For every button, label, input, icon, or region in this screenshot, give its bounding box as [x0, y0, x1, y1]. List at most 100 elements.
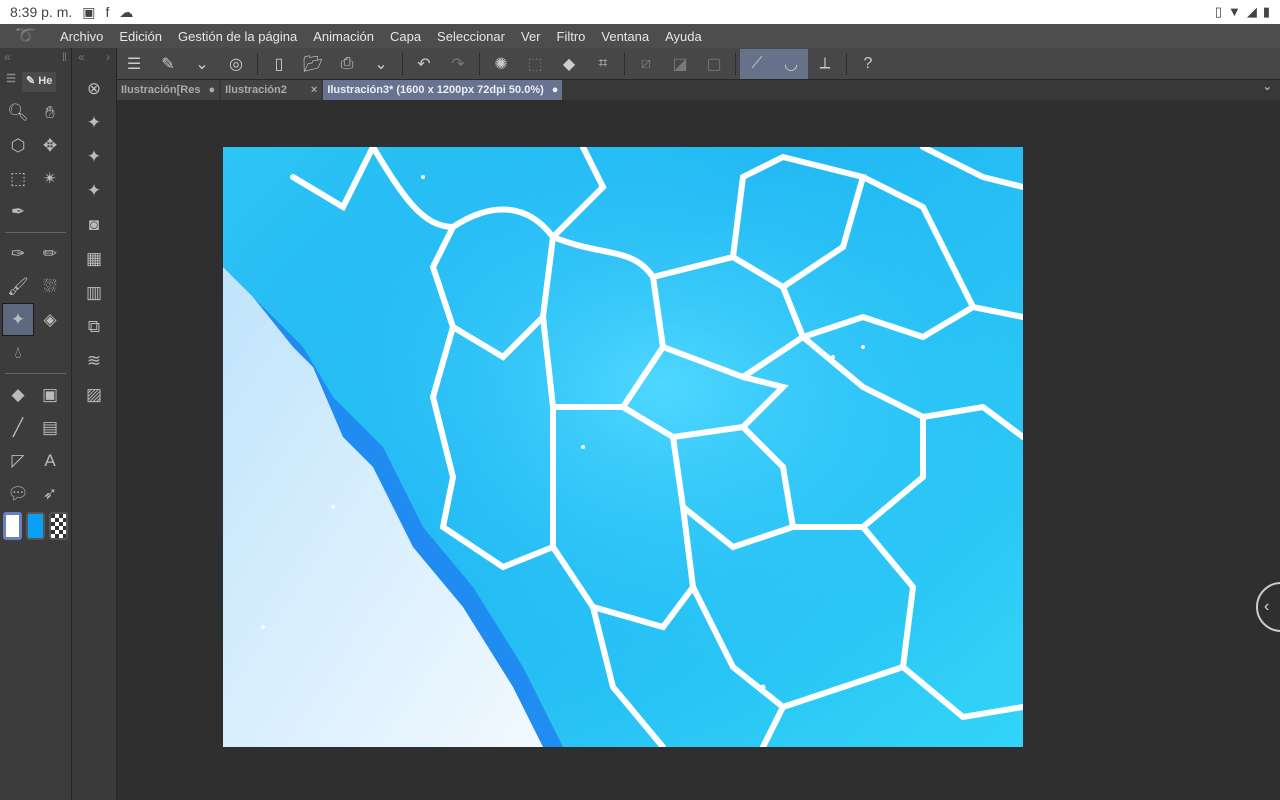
app-logo-icon[interactable]: ➰: [0, 26, 52, 46]
help-icon[interactable]: ?: [851, 49, 885, 79]
vibrate-icon: ▯: [1214, 4, 1222, 19]
tool-property-icon[interactable]: ✦: [72, 140, 116, 174]
balloon-tool-icon[interactable]: 💬︎: [2, 477, 34, 510]
invert-selection-icon[interactable]: ◪: [663, 49, 697, 79]
new-file-icon[interactable]: ▯: [262, 49, 296, 79]
decoration-tool-icon[interactable]: ✦: [2, 303, 34, 336]
chevron-down-icon[interactable]: ⌄: [185, 49, 219, 79]
loading-icon[interactable]: ✺: [484, 49, 518, 79]
snap-ruler-icon[interactable]: ⟋: [740, 48, 774, 79]
menu-bar: ➰ Archivo Edición Gestión de la página A…: [0, 24, 1280, 48]
unsaved-dot: ●: [551, 84, 559, 96]
fill-icon[interactable]: ◆: [552, 49, 586, 79]
magic-wand-icon[interactable]: ✴: [34, 162, 66, 195]
wifi-icon: ▼: [1227, 4, 1241, 19]
panel-toggle-handle[interactable]: ‹: [1256, 582, 1280, 632]
tab-label: Ilustración3* (1600 x 1200px 72dpi 50.0%…: [327, 84, 544, 96]
facebook-icon: f: [105, 4, 110, 20]
layer-property-icon[interactable]: ⧉: [72, 310, 116, 344]
tab-ilustracion1[interactable]: Ilustración[Res ●: [117, 80, 220, 100]
transform-icon[interactable]: ⌗: [586, 49, 620, 79]
unsaved-dot: ●: [208, 84, 216, 96]
open-folder-icon[interactable]: 📂︎: [296, 49, 330, 79]
timeline-icon[interactable]: ▥: [72, 276, 116, 310]
menu-animacion[interactable]: Animación: [305, 29, 382, 44]
menu-seleccionar[interactable]: Seleccionar: [429, 29, 513, 44]
panel-tab-label: He: [38, 75, 53, 87]
color-set-icon[interactable]: ▦: [72, 242, 116, 276]
save-icon[interactable]: ⎙: [330, 49, 364, 79]
menu-ver[interactable]: Ver: [513, 29, 549, 44]
menu-archivo[interactable]: Archivo: [52, 29, 111, 44]
pencil-tool-icon[interactable]: ✏: [34, 237, 66, 270]
battery-icon: ▮: [1262, 4, 1270, 19]
clock: 8:39 p. m.: [10, 4, 73, 20]
selection-tool-icon[interactable]: ⬚: [2, 162, 34, 195]
drag-handle-icon[interactable]: ‖: [62, 50, 67, 70]
cloud-icon: ☁: [119, 3, 134, 20]
undo-icon[interactable]: ↶: [407, 49, 441, 79]
deselect-icon[interactable]: ⧄: [629, 49, 663, 79]
menu-ayuda[interactable]: Ayuda: [657, 29, 710, 44]
tabs-dropdown-icon[interactable]: ⌄: [1263, 80, 1280, 100]
tab-label: Ilustración2: [225, 84, 287, 96]
document-tabs: Ilustración[Res ● Ilustración2 × Ilustraci…: [117, 80, 1280, 100]
menu-gestion-pagina[interactable]: Gestión de la página: [170, 29, 305, 44]
figure-tool-icon[interactable]: ╱: [2, 411, 34, 444]
brush-tool-icon[interactable]: 🖌︎: [2, 270, 34, 303]
color-circle-icon[interactable]: ◙: [72, 208, 116, 242]
menu-ventana[interactable]: Ventana: [593, 29, 657, 44]
zoom-tool-icon[interactable]: 🔍︎: [2, 96, 34, 129]
tab-ilustracion2[interactable]: Ilustración2 ×: [221, 80, 322, 100]
signal-icon: ◢: [1246, 4, 1257, 19]
command-bar: ☰ ✎ ⌄ ◎ ▯ 📂︎ ⎙ ⌄ ↶ ↷ ✺ ⬚ ◆ ⌗ ⧄ ◪ ▢ ⟋ ◡ ⟂…: [117, 48, 1280, 80]
tab-label: Ilustración[Res: [121, 84, 201, 96]
correct-line-tool-icon[interactable]: ➶: [34, 477, 66, 510]
tab-ilustracion3[interactable]: Ilustración3* (1600 x 1200px 72dpi 50.0%…: [323, 80, 563, 100]
close-icon[interactable]: ×: [311, 84, 317, 96]
eraser-tool-icon[interactable]: ◈: [34, 303, 66, 336]
move-tool-icon[interactable]: ✥: [34, 129, 66, 162]
fill-tool-icon[interactable]: ◆: [2, 378, 34, 411]
transparent-color-swatch[interactable]: [49, 512, 68, 540]
menu-icon[interactable]: ☰: [117, 49, 151, 79]
ruler-tool-icon[interactable]: ◸: [2, 444, 34, 477]
brush-size-icon[interactable]: ✦: [72, 174, 116, 208]
clip-studio-icon[interactable]: ◎: [219, 49, 253, 79]
material-icon[interactable]: ▨: [72, 378, 116, 412]
clear-selection-icon[interactable]: ⬚: [518, 49, 552, 79]
drawing-canvas[interactable]: [223, 147, 1023, 747]
pen-tool-icon[interactable]: ✑: [2, 237, 34, 270]
object-tool-icon[interactable]: ⬡: [2, 129, 34, 162]
edit-icon[interactable]: ✎: [151, 49, 185, 79]
menu-edicion[interactable]: Edición: [111, 29, 170, 44]
main-color-swatch[interactable]: [3, 512, 23, 540]
sub-tool-list-icon[interactable]: ✦: [72, 106, 116, 140]
panel-tab-herramientas[interactable]: ✎ He: [22, 72, 57, 92]
eyedropper-icon[interactable]: ✒: [2, 195, 34, 228]
collapse-left-icon[interactable]: «: [4, 50, 11, 70]
sub-tool-detail-icon[interactable]: ⊗: [72, 72, 116, 106]
expand-icon[interactable]: ›: [106, 50, 110, 70]
hand-tool-icon[interactable]: ✋︎: [34, 96, 66, 129]
snap-special-ruler-icon[interactable]: ◡: [774, 48, 808, 79]
redo-icon[interactable]: ↷: [441, 49, 475, 79]
frame-tool-icon[interactable]: ▤: [34, 411, 66, 444]
tool-panel: « ‖ ☰ ✎ He 🔍︎ ✋︎ ⬡ ✥ ⬚ ✴ ✒ ✑ ✏ 🖌︎ ⛆ ✦ ◈ 💧…: [0, 48, 72, 800]
gallery-icon: ▣: [82, 3, 96, 20]
layers-icon[interactable]: ≋: [72, 344, 116, 378]
chevron-down-icon[interactable]: ⌄: [364, 49, 398, 79]
panel-menu-icon[interactable]: ☰: [0, 72, 22, 92]
command-panel: « › ⊗ ✦ ✦ ✦ ◙ ▦ ▥ ⧉ ≋ ▨: [72, 48, 117, 800]
airbrush-tool-icon[interactable]: ⛆: [34, 270, 66, 303]
menu-filtro[interactable]: Filtro: [549, 29, 594, 44]
blend-tool-icon[interactable]: 💧︎: [2, 336, 34, 369]
gradient-tool-icon[interactable]: ▣: [34, 378, 66, 411]
border-icon[interactable]: ▢: [697, 49, 731, 79]
collapse-icon[interactable]: «: [78, 50, 85, 70]
snap-grid-icon[interactable]: ⟂: [808, 49, 842, 79]
menu-capa[interactable]: Capa: [382, 29, 429, 44]
text-tool-icon[interactable]: A: [34, 444, 66, 477]
water-artwork: [223, 147, 1023, 747]
sub-color-swatch[interactable]: [26, 512, 46, 540]
